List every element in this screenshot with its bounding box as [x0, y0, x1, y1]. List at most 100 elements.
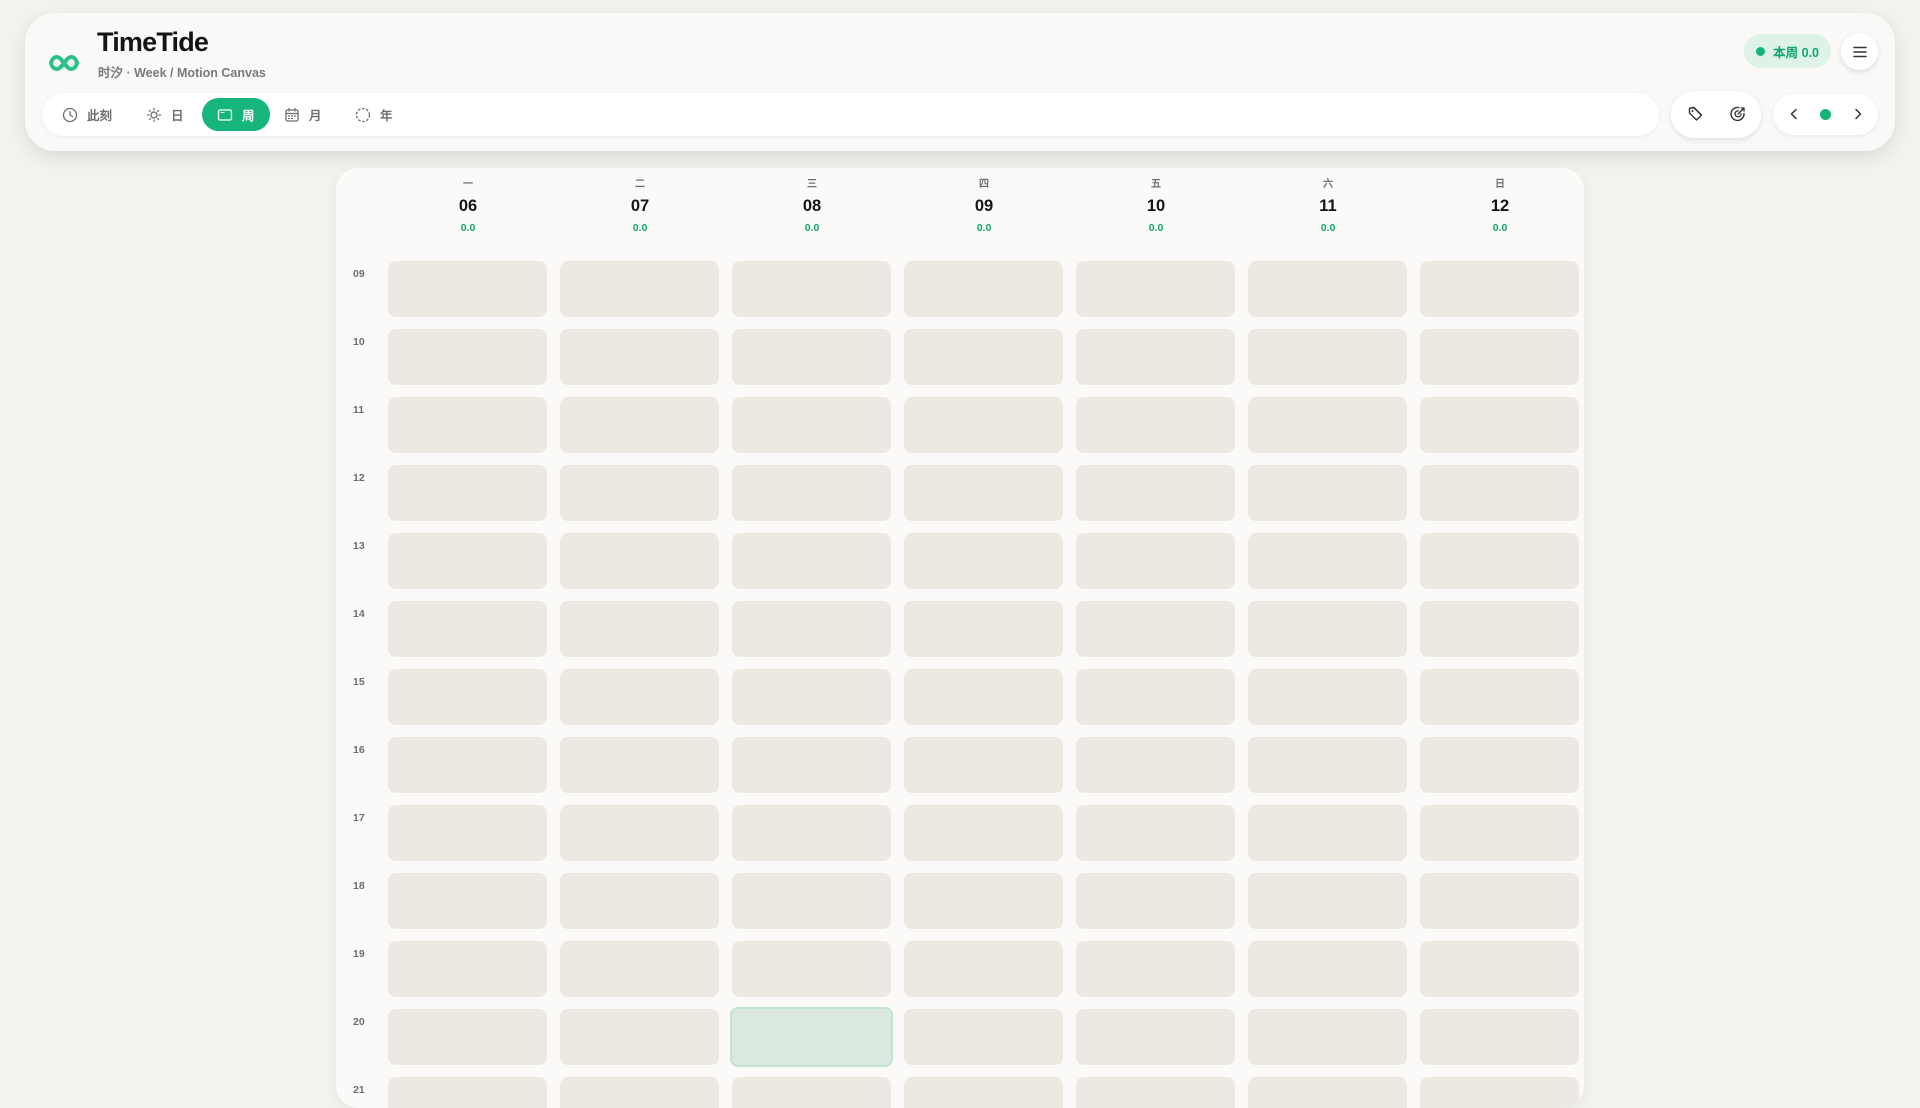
day-column-header[interactable]: 五 10 0.0: [1076, 178, 1236, 235]
time-slot[interactable]: [1420, 329, 1579, 385]
time-slot[interactable]: [560, 669, 719, 725]
time-slot[interactable]: [732, 465, 891, 521]
day-column-header[interactable]: 四 09 0.0: [904, 178, 1064, 235]
time-slot[interactable]: [1248, 941, 1407, 997]
time-slot[interactable]: [1076, 465, 1235, 521]
time-slot[interactable]: [1248, 1077, 1407, 1108]
time-slot[interactable]: [1248, 873, 1407, 929]
week-total-badge[interactable]: 本周 0.0: [1744, 34, 1831, 68]
time-slot[interactable]: [1076, 601, 1235, 657]
time-slot[interactable]: [560, 805, 719, 861]
time-slot[interactable]: [388, 329, 547, 385]
time-slot[interactable]: [388, 941, 547, 997]
time-slot[interactable]: [560, 737, 719, 793]
time-slot[interactable]: [388, 601, 547, 657]
time-slot[interactable]: [732, 669, 891, 725]
time-slot[interactable]: [560, 1077, 719, 1108]
time-slot[interactable]: [732, 737, 891, 793]
time-slot[interactable]: [1248, 669, 1407, 725]
time-slot[interactable]: [560, 533, 719, 589]
time-slot[interactable]: [1248, 533, 1407, 589]
time-slot[interactable]: [732, 533, 891, 589]
time-slot[interactable]: [1248, 805, 1407, 861]
day-column-header[interactable]: 一 06 0.0: [388, 178, 548, 235]
time-slot[interactable]: [560, 397, 719, 453]
time-slot[interactable]: [904, 737, 1063, 793]
time-slot[interactable]: [904, 397, 1063, 453]
time-slot[interactable]: [560, 465, 719, 521]
time-slot[interactable]: [1248, 329, 1407, 385]
day-column-header[interactable]: 日 12 0.0: [1420, 178, 1580, 235]
time-slot[interactable]: [388, 873, 547, 929]
time-slot[interactable]: [560, 261, 719, 317]
time-slot[interactable]: [732, 1077, 891, 1108]
time-slot[interactable]: [1248, 1009, 1407, 1065]
time-slot[interactable]: [1076, 737, 1235, 793]
time-slot[interactable]: [1076, 329, 1235, 385]
time-slot[interactable]: [1420, 397, 1579, 453]
time-slot[interactable]: [388, 737, 547, 793]
time-slot[interactable]: [560, 1009, 719, 1065]
time-slot[interactable]: [1420, 1009, 1579, 1065]
time-slot[interactable]: [904, 261, 1063, 317]
time-slot[interactable]: [1076, 805, 1235, 861]
tab-week[interactable]: 周: [202, 98, 270, 131]
time-slot[interactable]: [388, 805, 547, 861]
tab-now[interactable]: 此刻: [50, 98, 124, 131]
time-slot[interactable]: [1420, 805, 1579, 861]
time-slot[interactable]: [1076, 669, 1235, 725]
time-slot[interactable]: [1248, 465, 1407, 521]
tab-month[interactable]: 月: [272, 98, 334, 131]
time-slot[interactable]: [388, 1077, 547, 1108]
time-slot[interactable]: [732, 261, 891, 317]
time-slot[interactable]: [904, 465, 1063, 521]
time-slot[interactable]: [732, 397, 891, 453]
time-slot[interactable]: [1420, 261, 1579, 317]
time-slot[interactable]: [904, 805, 1063, 861]
time-slot[interactable]: [388, 261, 547, 317]
today-button[interactable]: [1820, 109, 1831, 120]
time-slot[interactable]: [904, 533, 1063, 589]
time-slot[interactable]: [1076, 533, 1235, 589]
time-slot[interactable]: [388, 1009, 547, 1065]
time-slot[interactable]: [732, 601, 891, 657]
time-slot[interactable]: [1076, 941, 1235, 997]
time-slot[interactable]: [1420, 873, 1579, 929]
time-slot[interactable]: [1248, 737, 1407, 793]
menu-button[interactable]: [1841, 33, 1878, 70]
time-slot[interactable]: [1420, 941, 1579, 997]
time-slot[interactable]: [388, 397, 547, 453]
time-slot[interactable]: [904, 1009, 1063, 1065]
time-slot[interactable]: [1248, 261, 1407, 317]
time-slot[interactable]: [560, 873, 719, 929]
focus-target-button[interactable]: [1726, 102, 1750, 126]
time-slot[interactable]: [1420, 737, 1579, 793]
time-slot[interactable]: [904, 1077, 1063, 1108]
time-slot[interactable]: [1076, 1077, 1235, 1108]
time-slot[interactable]: [904, 329, 1063, 385]
time-slot[interactable]: [732, 941, 891, 997]
time-slot[interactable]: [1248, 601, 1407, 657]
time-slot[interactable]: [732, 873, 891, 929]
time-slot[interactable]: [1420, 669, 1579, 725]
time-slot[interactable]: [904, 669, 1063, 725]
time-slot[interactable]: [388, 465, 547, 521]
day-column-header[interactable]: 二 07 0.0: [560, 178, 720, 235]
time-slot[interactable]: [1076, 873, 1235, 929]
tab-day[interactable]: 日: [134, 98, 196, 131]
time-slot[interactable]: [1076, 397, 1235, 453]
time-slot[interactable]: [560, 941, 719, 997]
next-week-button[interactable]: [1847, 103, 1869, 125]
time-slot[interactable]: [560, 329, 719, 385]
time-slot[interactable]: [732, 805, 891, 861]
time-slot[interactable]: [732, 329, 891, 385]
time-slot[interactable]: [1420, 465, 1579, 521]
time-slot[interactable]: [388, 533, 547, 589]
day-column-header[interactable]: 六 11 0.0: [1248, 178, 1408, 235]
time-slot[interactable]: [904, 873, 1063, 929]
day-column-header[interactable]: 三 08 0.0: [732, 178, 892, 235]
current-time-slot[interactable]: [730, 1007, 893, 1067]
time-slot[interactable]: [1420, 601, 1579, 657]
time-slot[interactable]: [904, 601, 1063, 657]
time-slot[interactable]: [1076, 261, 1235, 317]
